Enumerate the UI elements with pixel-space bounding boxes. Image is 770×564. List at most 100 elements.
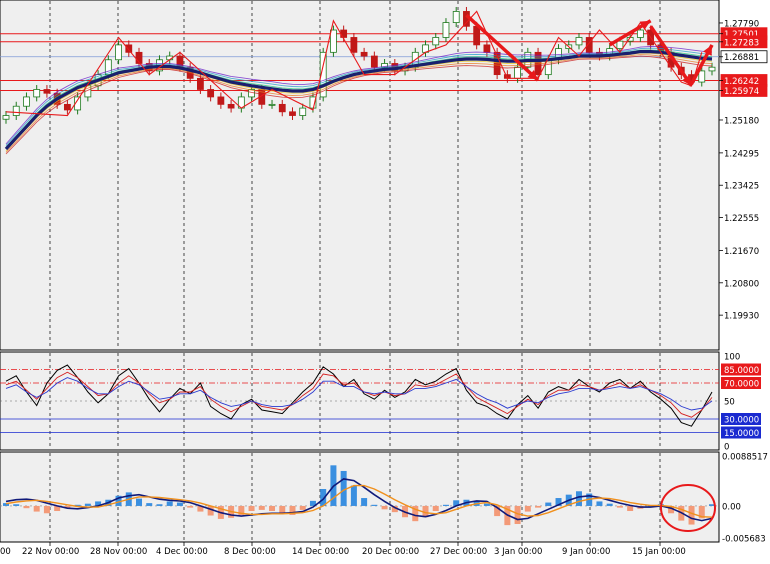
oscillator-tick-label: 30.0000 xyxy=(724,416,759,426)
candle-body xyxy=(115,44,122,61)
histogram-bar xyxy=(606,503,613,506)
chart-canvas[interactable]: 1.277901.275011.272831.268811.262421.259… xyxy=(0,0,770,560)
candle-body xyxy=(340,29,348,38)
candle-body xyxy=(125,44,133,53)
candle-body xyxy=(278,103,286,113)
time-label: 15 Jan 00:00 xyxy=(632,547,686,557)
candle-body xyxy=(636,29,644,38)
price-tick-label: 1.25180 xyxy=(724,116,759,126)
histogram-bar xyxy=(43,505,50,514)
time-label: 4 Dec 00:00 xyxy=(156,547,208,557)
histogram-bar xyxy=(187,505,194,508)
oscillator-tick-label: 15.0000 xyxy=(724,429,759,439)
oscillator-tick-label: 100 xyxy=(724,353,740,363)
histogram-bar xyxy=(381,505,388,510)
histogram-bar xyxy=(442,504,449,506)
candle-body xyxy=(698,70,706,83)
candle-body xyxy=(217,96,225,105)
candle-body xyxy=(432,37,440,46)
candle-body xyxy=(207,89,215,98)
macd-tick-label: 0.00 xyxy=(722,502,741,512)
histogram-bar xyxy=(146,503,153,506)
macd-tick-label: 0.0088517 xyxy=(722,453,768,463)
price-tick-label: 1.20800 xyxy=(724,279,759,289)
histogram-bar xyxy=(688,505,695,525)
histogram-bar xyxy=(627,505,634,512)
histogram-bar xyxy=(299,505,306,510)
candle-body xyxy=(197,77,204,90)
time-label: 20 Dec 00:00 xyxy=(362,547,419,557)
histogram-bar xyxy=(524,505,531,512)
histogram-bar xyxy=(575,491,582,506)
time-label: 3 Jan 00:00 xyxy=(494,547,542,557)
histogram-bar xyxy=(535,505,542,508)
histogram-bar xyxy=(596,501,603,506)
price-tick-label: 1.27283 xyxy=(724,38,759,48)
trading-chart-window[interactable]: 1.27790 1.27501 1.27283 1.26881 1.26242 1.259… xyxy=(0,0,770,560)
histogram-bar xyxy=(361,498,368,506)
macd-axis: 0.0088517 0.00 -0.005683 xyxy=(722,453,768,545)
histogram-bar xyxy=(258,505,265,510)
candle-body xyxy=(370,55,378,68)
candle-body xyxy=(33,89,41,98)
histogram-bar xyxy=(279,505,286,513)
histogram-bar xyxy=(23,505,30,509)
histogram-bar xyxy=(176,502,183,506)
candle-body xyxy=(63,103,71,111)
histogram-bar xyxy=(84,503,91,506)
candle-body xyxy=(227,103,235,109)
histogram-bar xyxy=(616,505,623,508)
macd-panel[interactable] xyxy=(0,451,720,543)
price-axis: 1.277901.275011.272831.268811.262421.259… xyxy=(719,19,768,322)
price-tick-label: 1.26881 xyxy=(724,53,759,63)
candle-body xyxy=(442,22,450,38)
histogram-bar xyxy=(483,503,490,506)
price-tick-label: 1.24295 xyxy=(724,149,759,159)
price-tick-label: 1.19930 xyxy=(724,312,759,322)
price-tick-label: 1.23425 xyxy=(724,182,759,192)
time-label: 14 Dec 00:00 xyxy=(292,547,349,557)
oscillator-axis: 100 85.0000 70.0000 50 30.0000 15.0000 0 xyxy=(721,353,761,453)
candle-body xyxy=(575,37,583,46)
histogram-bar xyxy=(350,485,357,506)
candle-body xyxy=(616,40,624,50)
histogram-bar xyxy=(269,505,276,512)
candle-body xyxy=(299,107,307,116)
candle-body xyxy=(2,115,10,120)
candle-body xyxy=(350,37,358,53)
candle-body xyxy=(360,51,368,57)
candle-body xyxy=(268,103,276,106)
oscillator-tick-label: 70.0000 xyxy=(724,380,759,390)
candle-body xyxy=(514,66,521,79)
candle-body xyxy=(483,44,491,53)
candle-body xyxy=(473,25,481,46)
price-tick-label: 1.25974 xyxy=(724,87,759,97)
time-axis: 00 22 Nov 00:00 28 Nov 00:00 4 Dec 00:00 8 D… xyxy=(0,542,686,557)
histogram-bar xyxy=(248,505,255,512)
candle-body xyxy=(452,11,460,23)
price-tick-label: 1.22555 xyxy=(724,214,759,224)
candle-body xyxy=(12,105,20,116)
histogram-bar xyxy=(545,502,552,506)
oscillator-tick-label: 50 xyxy=(724,398,735,408)
oscillator-tick-label: 0 xyxy=(724,443,729,453)
histogram-bar xyxy=(13,504,20,506)
candle-body xyxy=(289,111,296,116)
macd-tick-label: -0.005683 xyxy=(722,535,766,545)
time-label: 28 Nov 00:00 xyxy=(90,547,147,557)
time-label-partial: 00 xyxy=(0,547,11,557)
candle-body xyxy=(330,29,337,53)
time-label: 27 Dec 00:00 xyxy=(430,547,487,557)
histogram-bar xyxy=(33,505,40,512)
histogram-bar xyxy=(166,501,173,506)
oscillator-tick-label: 85.0000 xyxy=(724,366,759,376)
histogram-bar xyxy=(156,504,163,506)
histogram-bar xyxy=(136,498,143,506)
candle-body xyxy=(23,96,30,107)
time-label: 9 Jan 00:00 xyxy=(562,547,610,557)
histogram-bar xyxy=(371,504,378,506)
histogram-bar xyxy=(432,505,439,512)
price-tick-label: 1.21670 xyxy=(724,247,759,257)
candle-body xyxy=(43,89,51,94)
candle-body xyxy=(708,66,716,72)
